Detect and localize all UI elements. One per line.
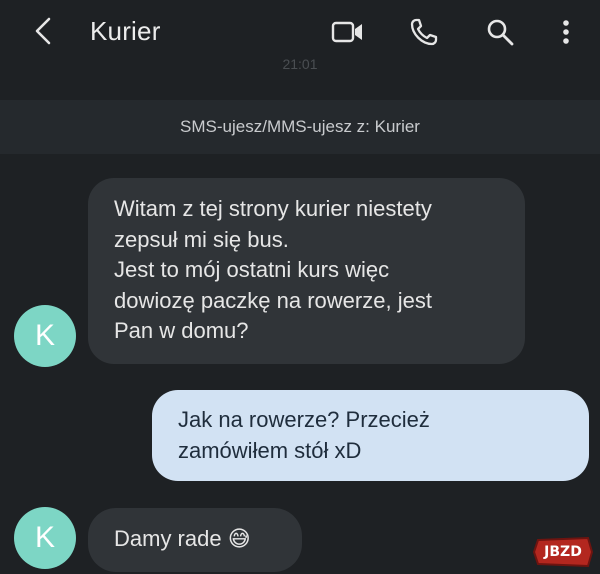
message-text-line: Jak na rowerze? Przecież — [178, 407, 430, 432]
jbzd-watermark-logo: JBZD — [532, 536, 594, 568]
avatar-letter: K — [34, 319, 55, 352]
back-button[interactable] — [26, 14, 60, 48]
chevron-left-icon — [35, 17, 51, 45]
more-options-button[interactable] — [546, 12, 586, 52]
avatar[interactable]: K — [14, 507, 76, 569]
incoming-message-bubble[interactable]: Damy rade 😅 — [88, 508, 302, 572]
video-call-button[interactable] — [328, 12, 368, 52]
search-button[interactable] — [480, 12, 520, 52]
search-icon — [487, 19, 514, 46]
avatar-letter: K — [34, 521, 55, 554]
message-text-line: zepsuł mi się bus. — [114, 226, 289, 252]
message-text-line: Damy rade 😅 — [114, 524, 302, 556]
avatar[interactable]: K — [14, 305, 76, 367]
watermark-text: JBZD — [544, 544, 582, 560]
top-app-bar: Kurier — [0, 0, 600, 64]
message-text-line: Witam z tej strony kurier niestety — [114, 196, 432, 221]
message-text-line: zamówiłem stół xD — [178, 437, 362, 463]
incoming-message-bubble[interactable]: Witam z tej strony kurier niestety zepsu… — [88, 178, 525, 364]
message-text-line: dowiozę paczkę na rowerze, jest — [114, 287, 432, 313]
phone-icon — [410, 18, 438, 46]
sms-info-banner: SMS-ujesz/MMS-ujesz z: Kurier — [0, 100, 600, 154]
video-camera-icon — [331, 21, 362, 43]
more-vertical-icon — [563, 20, 569, 44]
phone-call-button[interactable] — [404, 12, 444, 52]
message-text: Damy rade — [114, 526, 222, 551]
outgoing-message-bubble[interactable]: Jak na rowerze? Przecież zamówiłem stół … — [152, 390, 589, 481]
date-separator: 21:01 — [282, 56, 318, 72]
contact-name: Kurier — [90, 16, 161, 46]
message-text-line: Pan w domu? — [114, 318, 249, 343]
message-text-line: Jest to mój ostatni kurs więc — [114, 257, 390, 282]
sweat-smile-emoji: 😅 — [227, 527, 251, 552]
